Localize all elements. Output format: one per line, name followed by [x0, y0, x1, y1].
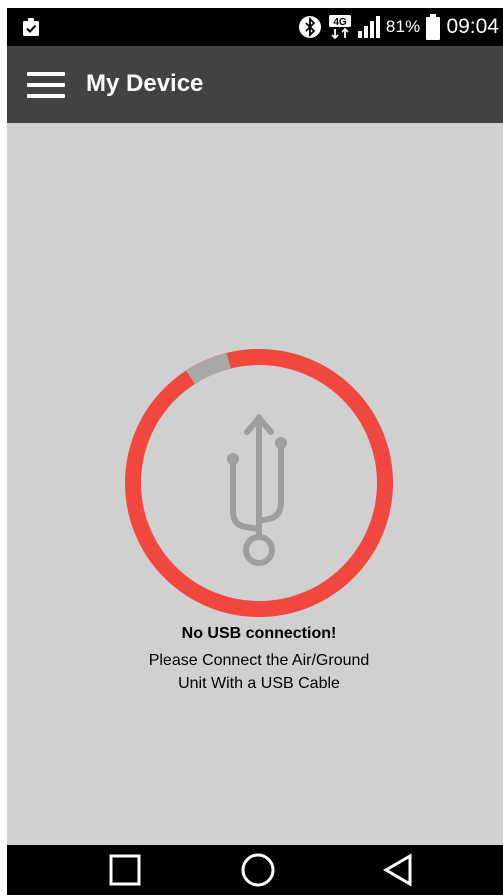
battery-icon — [426, 14, 441, 40]
square-icon — [109, 854, 141, 886]
svg-text:4G: 4G — [333, 17, 347, 28]
app-screen: 4G 81% 09:04 My Device No USB connection… — [7, 8, 503, 895]
progress-ring-segment — [186, 352, 231, 385]
home-button[interactable] — [228, 845, 288, 895]
clock: 09:04 — [446, 15, 499, 38]
usb-icon — [230, 414, 284, 566]
connection-status-title: No USB connection! — [181, 625, 337, 642]
back-triangle-icon — [383, 853, 412, 887]
page-title: My Device — [86, 70, 204, 97]
app-bar: My Device — [7, 46, 503, 123]
status-bar: 4G 81% 09:04 — [7, 8, 503, 46]
network-4g-icon: 4G — [328, 14, 352, 40]
recents-button[interactable] — [95, 845, 155, 895]
bluetooth-icon — [298, 15, 322, 39]
circle-icon — [241, 853, 275, 887]
back-button[interactable] — [368, 845, 428, 895]
clipboard-check-icon — [21, 17, 41, 37]
connection-instructions-line-2: Unit With a USB Cable — [178, 675, 340, 692]
battery-percent: 81% — [385, 17, 421, 36]
connection-instructions-line-1: Please Connect the Air/Ground — [148, 652, 370, 669]
hamburger-menu-icon[interactable] — [27, 72, 65, 98]
signal-icon — [357, 15, 380, 39]
navigation-bar — [7, 845, 503, 895]
usb-status-indicator — [123, 347, 395, 619]
